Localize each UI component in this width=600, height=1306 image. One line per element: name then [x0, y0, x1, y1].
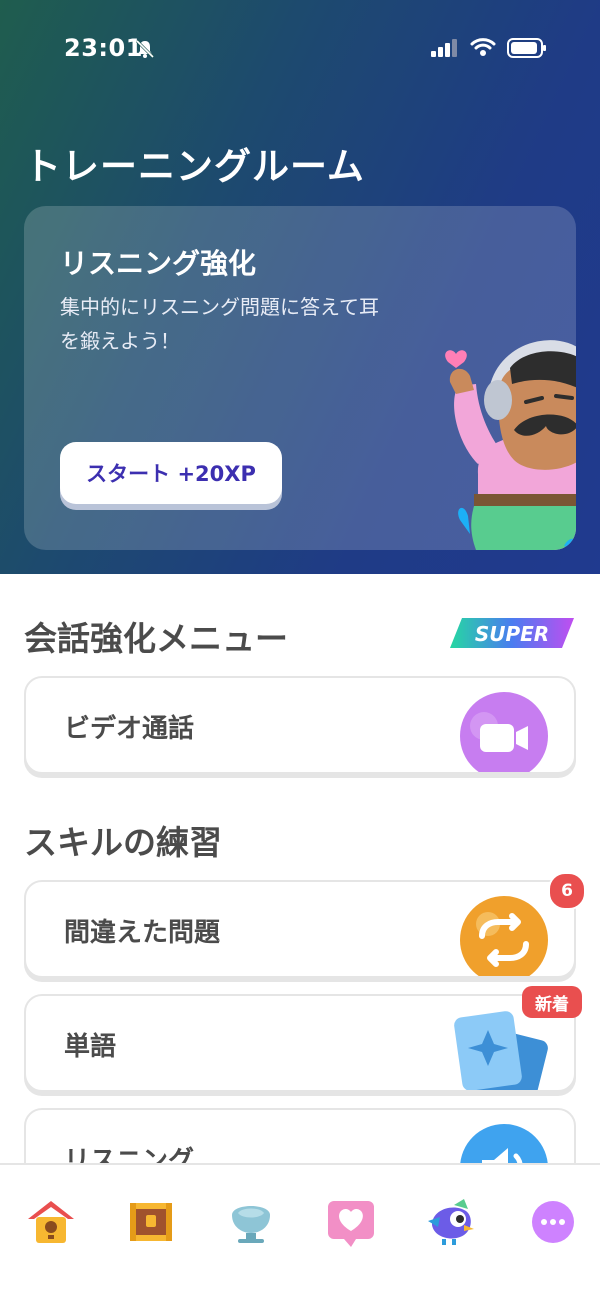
start-button[interactable]: スタート +20XP [60, 442, 282, 504]
video-camera-icon [460, 692, 548, 772]
mistakes-count-badge: 6 [548, 872, 586, 910]
listening-hero-card: リスニング強化 集中的にリスニング問題に答えて耳を鍛えよう！ スタート +20X… [24, 206, 576, 550]
status-time: 23:01 [64, 34, 143, 62]
bottom-nav [0, 1163, 600, 1306]
card-description: 集中的にリスニング問題に答えて耳を鍛えよう！ [60, 295, 379, 353]
more-icon[interactable] [526, 1195, 580, 1249]
conversation-section-title: 会話強化メニュー [24, 619, 288, 658]
list-item-mistakes[interactable]: 間違えた問題 [24, 880, 576, 978]
skills-section-title: スキルの練習 [24, 823, 222, 862]
bird-character-icon[interactable] [424, 1195, 478, 1249]
status-bar: 23:01 [0, 30, 600, 66]
page-title: トレーニングルーム [24, 145, 365, 188]
item-label: ビデオ通話 [64, 714, 195, 744]
treasure-chest-icon[interactable] [124, 1195, 178, 1249]
list-item-video-call[interactable]: ビデオ通話 [24, 676, 576, 774]
card-title: リスニング強化 [60, 247, 257, 280]
new-badge: 新着 [522, 986, 582, 1018]
home-birdhouse-icon[interactable] [24, 1195, 78, 1249]
super-badge-label: SUPER [475, 622, 549, 646]
battery-icon [507, 38, 546, 58]
cellular-signal-icon [431, 39, 457, 57]
item-label: 単語 [64, 1032, 117, 1062]
repeat-arrows-icon [460, 896, 548, 976]
super-badge: SUPER [450, 618, 574, 648]
wifi-icon [470, 38, 496, 56]
shell-icon[interactable] [224, 1195, 278, 1249]
character-with-headphones-icon [445, 340, 576, 550]
hero-section: 23:01 トレーニングルーム リスニング強化 集中的にリスニング問題に答えて耳… [0, 0, 600, 574]
list-item-vocabulary[interactable]: 単語 [24, 994, 576, 1092]
item-label: 間違えた問題 [64, 918, 221, 948]
heart-chat-icon[interactable] [324, 1195, 378, 1249]
silent-bell-icon [135, 39, 155, 59]
